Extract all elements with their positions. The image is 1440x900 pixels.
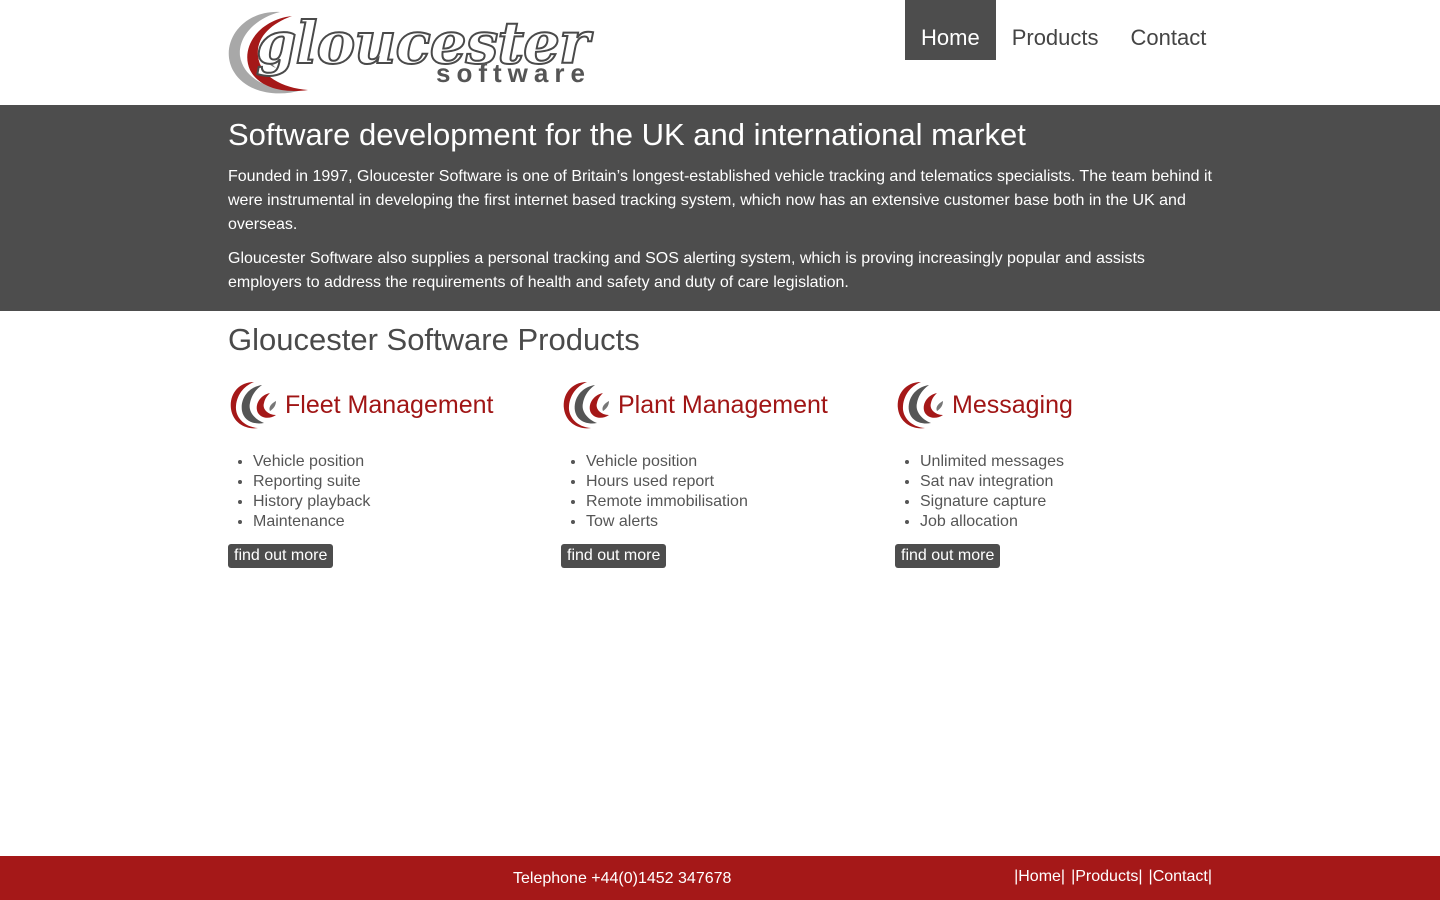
nav-item-contact[interactable]: Contact [1115, 0, 1223, 60]
footer-nav: |Home| |Products| |Contact| [1014, 868, 1212, 886]
list-item: Job allocation [920, 512, 1215, 532]
product-name[interactable]: Plant Management [618, 391, 828, 420]
hero-paragraph-1: Founded in 1997, Gloucester Software is … [228, 168, 1212, 233]
feature-list: Unlimited messages Sat nav integration S… [895, 452, 1215, 532]
feature-list: Vehicle position Hours used report Remot… [561, 452, 881, 532]
find-out-more-button[interactable]: find out more [561, 544, 667, 568]
list-item: Hours used report [586, 472, 881, 492]
list-item: Sat nav integration [920, 472, 1215, 492]
product-name[interactable]: Messaging [952, 391, 1073, 420]
site-footer: Telephone +44(0)1452 347678 |Home| |Prod… [0, 856, 1440, 900]
footer-link-products[interactable]: |Products| [1071, 868, 1142, 886]
list-item: Reporting suite [253, 472, 548, 492]
hero-content: Software development for the UK and inte… [228, 117, 1218, 295]
list-item: Unlimited messages [920, 452, 1215, 472]
swirl-icon [563, 382, 609, 429]
gloucester-software-logo[interactable]: gloucester software [220, 6, 620, 98]
hero-banner: Software development for the UK and inte… [0, 105, 1440, 311]
list-item: Remote immobilisation [586, 492, 881, 512]
page: gloucester software Home Products Contac… [0, 0, 1440, 900]
product-heading: Plant Management [561, 378, 881, 432]
product-heading: Fleet Management [228, 378, 548, 432]
list-item: Signature capture [920, 492, 1215, 512]
list-item: Tow alerts [586, 512, 881, 532]
list-item: Vehicle position [253, 452, 548, 472]
find-out-more-button[interactable]: find out more [895, 544, 1001, 568]
footer-link-contact[interactable]: |Contact| [1149, 868, 1212, 886]
footer-link-home[interactable]: |Home| [1014, 868, 1065, 886]
list-item: Vehicle position [586, 452, 881, 472]
list-item: Maintenance [253, 512, 548, 532]
products-section-title: Gloucester Software Products [228, 322, 640, 357]
product-heading: Messaging [895, 378, 1215, 432]
list-item: History playback [253, 492, 548, 512]
main-nav: Home Products Contact [905, 0, 1222, 60]
product-card-fleet-management: Fleet Management Vehicle position Report… [228, 378, 548, 568]
product-card-messaging: Messaging Unlimited messages Sat nav int… [895, 378, 1215, 568]
footer-telephone: Telephone +44(0)1452 347678 [513, 870, 732, 887]
logo-subtitle: software [436, 58, 591, 88]
nav-item-products[interactable]: Products [996, 0, 1115, 60]
swirl-icon [897, 382, 943, 429]
hero-paragraph-2: Gloucester Software also supplies a pers… [228, 250, 1145, 291]
site-header: gloucester software Home Products Contac… [0, 0, 1440, 105]
product-card-plant-management: Plant Management Vehicle position Hours … [561, 378, 881, 568]
product-name[interactable]: Fleet Management [285, 391, 493, 420]
find-out-more-button[interactable]: find out more [228, 544, 334, 568]
hero-title: Software development for the UK and inte… [228, 117, 1026, 152]
nav-item-home[interactable]: Home [905, 0, 996, 60]
swirl-icon [230, 382, 276, 429]
feature-list: Vehicle position Reporting suite History… [228, 452, 548, 532]
